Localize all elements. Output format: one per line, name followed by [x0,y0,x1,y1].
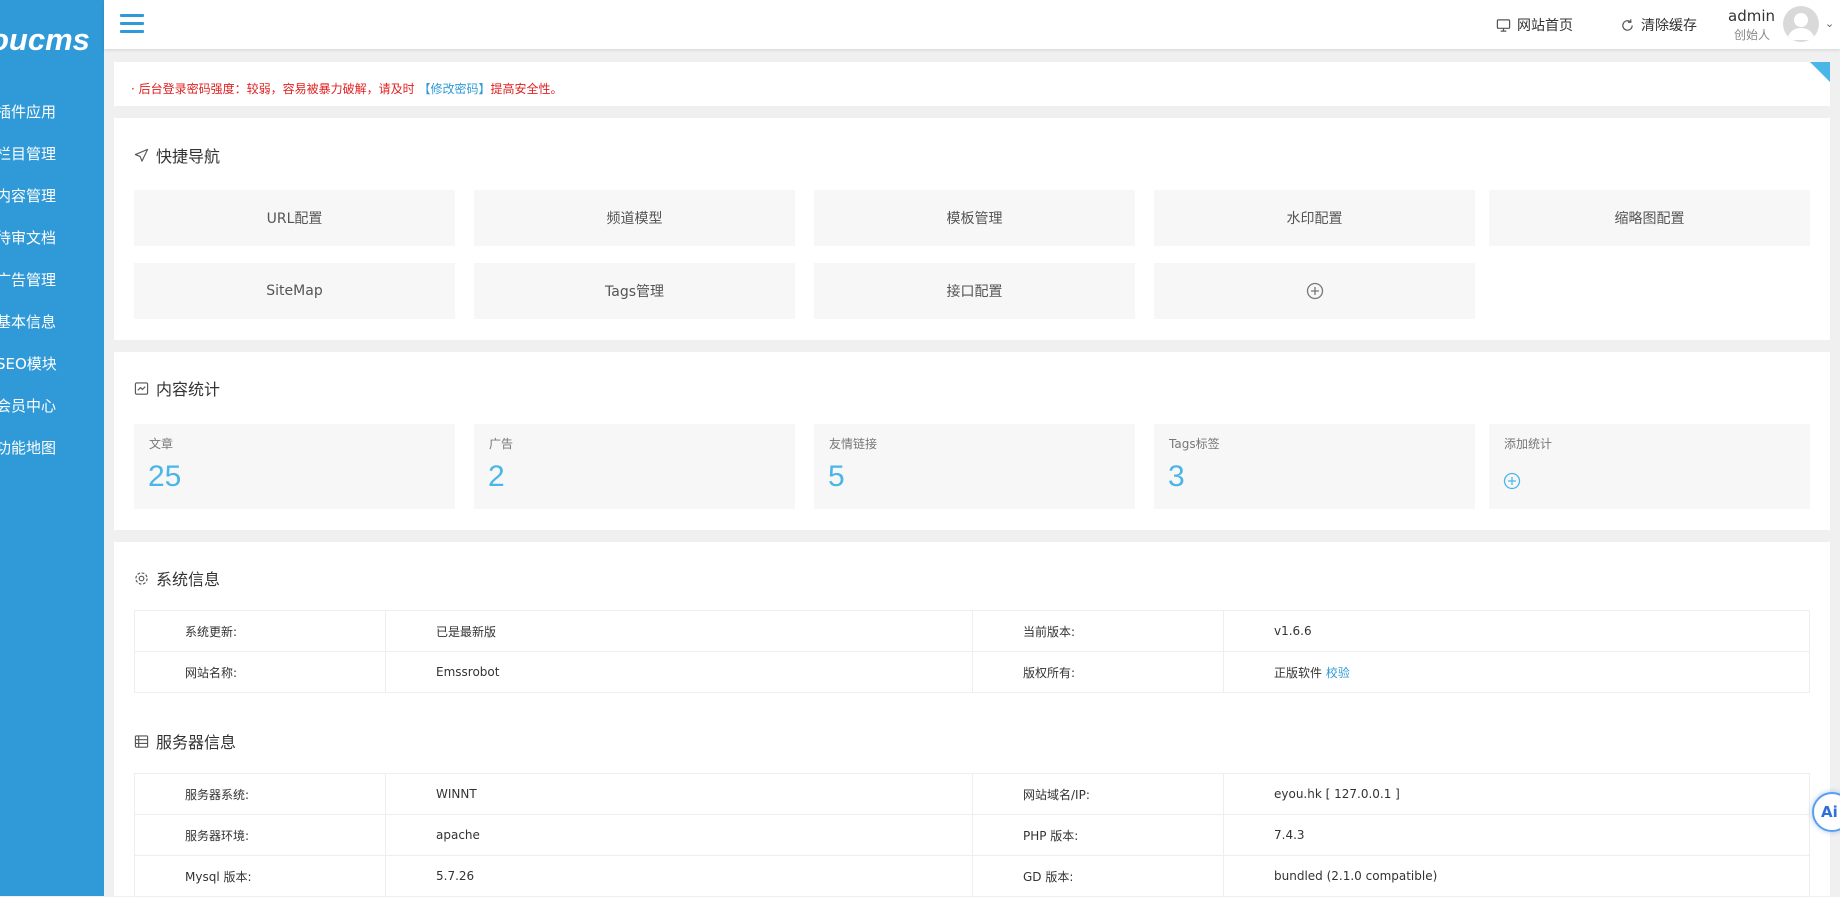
sidebar-item-plugins[interactable]: 插件应用 [0,101,56,122]
stat-friend-links[interactable]: 友情链接 5 [814,424,1135,509]
clear-cache-link[interactable]: 清除缓存 [1620,15,1697,35]
chevron-down-icon[interactable]: ⌄ [1825,17,1834,30]
info-value-cell: 正版软件 校验 [1223,651,1810,693]
user-avatar-icon [1787,13,1815,40]
plus-circle-icon [1306,282,1323,300]
stat-label: 广告 [489,437,514,451]
table-row: 服务器环境: apache PHP 版本: 7.4.3 [134,814,1810,856]
add-stat-label: 添加统计 [1504,437,1553,451]
alert-suffix: 提高安全性。 [490,82,563,96]
info-key: GD 版本: [972,855,1224,897]
info-key: 系统更新: [134,610,386,652]
quick-nav-sitemap[interactable]: SiteMap [134,263,455,319]
chart-box-icon [134,381,149,395]
info-value: 7.4.3 [1223,814,1810,856]
stat-label: 友情链接 [829,437,878,451]
server-info-title: 服务器信息 [134,729,236,753]
site-home-label: 网站首页 [1517,18,1573,34]
stat-value: 3 [1168,460,1185,493]
avatar[interactable] [1783,6,1819,42]
quick-nav-url-config[interactable]: URL配置 [134,190,455,246]
quick-nav-panel: 快捷导航 URL配置 频道模型 模板管理 水印配置 缩略图配置 SiteMap … [114,118,1830,340]
menu-toggle-icon[interactable] [120,14,144,34]
sidebar-item-columns[interactable]: 栏目管理 [0,143,56,164]
sidebar-item-function-map[interactable]: 功能地图 [0,437,56,458]
info-value: 正版软件 [1274,665,1323,680]
quick-nav-title-text: 快捷导航 [156,147,221,166]
app-logo[interactable]: oucms [0,22,90,58]
info-value: v1.6.6 [1223,610,1810,652]
sidebar-item-pending-docs[interactable]: 待审文档 [0,227,56,248]
sidebar-item-members[interactable]: 会员中心 [0,395,56,416]
stats-panel: 内容统计 文章 25 广告 2 友情链接 5 Tags标签 3 添加统计 [114,352,1830,530]
stats-title-text: 内容统计 [156,380,221,399]
info-value: 5.7.26 [385,855,973,897]
sidebar-item-seo[interactable]: SEO模块 [0,353,57,374]
sidebar-item-ads[interactable]: 广告管理 [0,269,56,290]
plus-circle-icon [1503,472,1521,490]
quick-nav-add-button[interactable] [1154,263,1475,319]
info-value: eyou.hk [ 127.0.0.1 ] [1223,773,1810,815]
site-home-link[interactable]: 网站首页 [1496,15,1573,35]
info-key: 版权所有: [972,651,1224,693]
stat-value: 2 [488,460,505,493]
table-row: Mysql 版本: 5.7.26 GD 版本: bundled (2.1.0 c… [134,855,1810,897]
verify-link[interactable]: 校验 [1326,666,1350,680]
stat-label: Tags标签 [1169,437,1220,451]
info-key: PHP 版本: [972,814,1224,856]
quick-nav-thumbnail[interactable]: 缩略图配置 [1489,190,1810,246]
quick-nav-template[interactable]: 模板管理 [814,190,1135,246]
stat-value: 5 [828,460,845,493]
quick-nav-watermark[interactable]: 水印配置 [1154,190,1475,246]
server-info-table: 服务器系统: WINNT 网站域名/IP: eyou.hk [ 127.0.0.… [134,773,1810,897]
change-password-link[interactable]: 【修改密码】 [418,82,490,96]
monitor-icon [1496,18,1511,32]
list-icon [134,734,149,748]
info-value: WINNT [385,773,973,815]
stat-articles[interactable]: 文章 25 [134,424,455,509]
info-value: Emssrobot [385,651,973,693]
corner-marker [1810,62,1830,82]
table-row: 系统更新: 已是最新版 当前版本: v1.6.6 [134,610,1810,652]
stat-tags[interactable]: Tags标签 3 [1154,424,1475,509]
user-role: 创始人 [1734,28,1771,42]
quick-nav-title: 快捷导航 [134,143,220,167]
info-key: 服务器系统: [134,773,386,815]
info-key: 当前版本: [972,610,1224,652]
send-icon [134,148,149,162]
sidebar-item-basic-info[interactable]: 基本信息 [0,311,56,332]
info-key: 服务器环境: [134,814,386,856]
info-value: bundled (2.1.0 compatible) [1223,855,1810,897]
quick-nav-channel-model[interactable]: 频道模型 [474,190,795,246]
sidebar-item-content[interactable]: 内容管理 [0,185,56,206]
top-bar: 网站首页 清除缓存 admin 创始人 ⌄ [104,0,1840,49]
info-value: apache [385,814,973,856]
info-key: 网站名称: [134,651,386,693]
stat-label: 文章 [149,437,174,451]
refresh-icon [1622,18,1633,31]
table-row: 网站名称: Emssrobot 版权所有: 正版软件 校验 [134,651,1810,693]
stat-ads[interactable]: 广告 2 [474,424,795,509]
add-stat-button[interactable]: 添加统计 [1489,424,1810,509]
stats-title: 内容统计 [134,376,220,400]
sidebar: oucms 插件应用 栏目管理 内容管理 待审文档 广告管理 基本信息 SEO模… [0,0,104,896]
info-key: Mysql 版本: [134,855,386,897]
info-value: 已是最新版 [385,610,973,652]
alert-text: · 后台登录密码强度：较弱，容易被暴力破解，请及时 [131,82,415,96]
system-info-table: 系统更新: 已是最新版 当前版本: v1.6.6 网站名称: Emssrobot… [134,610,1810,693]
system-info-title-text: 系统信息 [156,570,221,589]
gear-icon [135,571,148,585]
clear-cache-label: 清除缓存 [1641,18,1697,34]
system-info-panel: 系统信息 系统更新: 已是最新版 当前版本: v1.6.6 网站名称: Emss… [114,542,1830,897]
quick-nav-tags[interactable]: Tags管理 [474,263,795,319]
system-info-title: 系统信息 [134,566,220,590]
password-alert: · 后台登录密码强度：较弱，容易被暴力破解，请及时 【修改密码】提高安全性。 [114,62,1830,106]
info-key: 网站域名/IP: [972,773,1224,815]
quick-nav-api-config[interactable]: 接口配置 [814,263,1135,319]
user-name[interactable]: admin [1728,7,1775,25]
server-info-title-text: 服务器信息 [156,733,237,752]
stat-value: 25 [148,460,182,493]
table-row: 服务器系统: WINNT 网站域名/IP: eyou.hk [ 127.0.0.… [134,773,1810,815]
